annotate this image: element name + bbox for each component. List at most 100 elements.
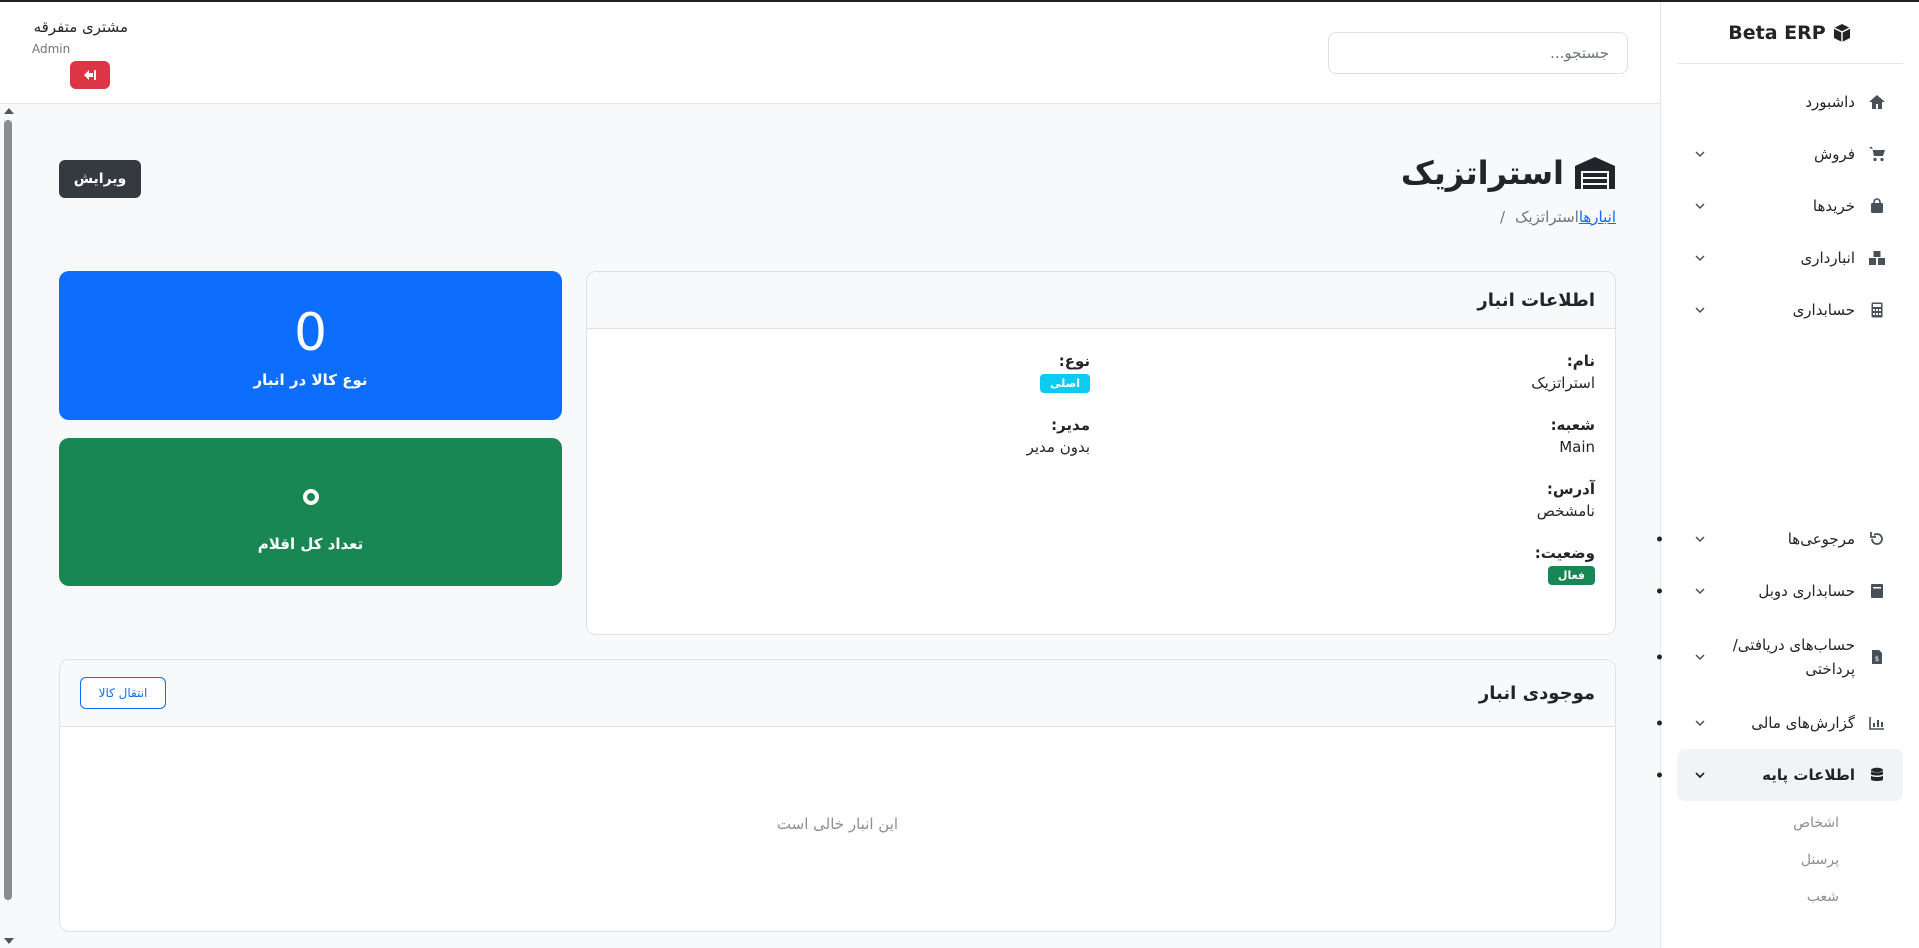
sidebar-item-label: حسابداری دوبل <box>1758 582 1855 600</box>
field-address: آدرس: نامشخص <box>1537 480 1595 520</box>
field-branch: شعبه: Main <box>1551 416 1595 456</box>
field-label: نوع: <box>1058 352 1090 370</box>
submenu-item-branches[interactable]: شعب <box>1661 879 1919 916</box>
sidebar-item-dashboard[interactable]: داشبورد <box>1677 76 1903 128</box>
field-label: مدیر: <box>1051 416 1090 434</box>
book-icon <box>1867 581 1887 601</box>
stat-card-product-types: 0 نوع کالا در انبار <box>59 271 562 420</box>
logout-icon <box>84 70 96 80</box>
undo-icon <box>1867 529 1887 549</box>
sidebar-item-sales[interactable]: فروش <box>1677 128 1903 180</box>
chevron-down-icon <box>1695 772 1705 779</box>
breadcrumb-warehouses-link[interactable]: انبارها <box>1579 208 1616 226</box>
field-name: نام: استراتزیک <box>1531 352 1595 392</box>
stat-value: 0 <box>293 302 328 363</box>
sidebar-item-label: داشبورد <box>1805 93 1855 111</box>
sidebar-item-purchases[interactable]: خریدها <box>1677 180 1903 232</box>
sidebar-item-label: حساب‌های دریافتی/پرداختی <box>1732 636 1855 678</box>
warehouse-icon <box>1575 157 1615 189</box>
chart-icon <box>1867 713 1887 733</box>
sidebar-item-double-entry[interactable]: حسابداری دوبل <box>1677 565 1903 617</box>
breadcrumb-current: استراتزیک <box>1515 208 1579 226</box>
field-manager: مدیر: بدون مدیر <box>1027 416 1090 456</box>
type-badge: اصلی <box>1039 374 1090 393</box>
scrollbar-thumb[interactable] <box>4 120 12 900</box>
sidebar-item-label: گزارش‌های مالی <box>1751 714 1855 732</box>
sidebar: Beta ERP داشبورد فروش خریدها انبارداری ح… <box>1660 2 1919 948</box>
sidebar-item-label: اطلاعات پایه <box>1762 766 1855 784</box>
sidebar-item-accounting[interactable]: حسابداری <box>1677 284 1903 336</box>
sidebar-item-label: مرجوعی‌ها <box>1787 530 1855 548</box>
field-label: شعبه: <box>1550 416 1595 434</box>
sidebar-nav: داشبورد فروش خریدها انبارداری حسابداری م… <box>1661 64 1919 801</box>
home-icon <box>1867 92 1887 112</box>
chevron-down-icon <box>1695 203 1705 210</box>
sidebar-item-label: خریدها <box>1812 197 1855 215</box>
field-type: نوع: اصلی <box>1039 352 1090 393</box>
user-name: مشتری متفرقه <box>33 18 128 36</box>
chevron-down-icon <box>1695 720 1705 727</box>
top-header: مشتری متفرقه Admin <box>0 2 1660 104</box>
inventory-card: موجودی انبار انتقال کالا این انبار خالی … <box>59 659 1616 932</box>
page-title-text: استراتزیک <box>1400 154 1564 192</box>
stat-label: نوع کالا در انبار <box>253 370 368 389</box>
chevron-down-icon <box>1695 654 1705 661</box>
transfer-goods-button[interactable]: انتقال کالا <box>80 677 166 709</box>
field-value: Main <box>1559 438 1595 456</box>
field-value: استراتزیک <box>1531 374 1595 392</box>
warehouse-info-card: اطلاعات انبار نام: استراتزیک شعبه: Main … <box>586 271 1616 635</box>
breadcrumb: انبارها استراتزیک / <box>1500 208 1616 226</box>
scroll-up-arrow-icon[interactable] <box>4 108 14 114</box>
vertical-scrollbar[interactable] <box>0 104 16 948</box>
sidebar-item-label: فروش <box>1813 145 1855 163</box>
cube-icon <box>1833 23 1851 42</box>
sidebar-item-receivables-payables[interactable]: $ حساب‌های دریافتی/پرداختی <box>1677 617 1903 697</box>
field-value: بدون مدیر <box>1026 438 1090 456</box>
field-label: وضعیت: <box>1534 544 1595 562</box>
chevron-down-icon <box>1695 255 1705 262</box>
status-badge: فعال <box>1547 566 1595 585</box>
sidebar-spacer <box>1677 336 1903 513</box>
page-title: استراتزیک <box>1401 154 1616 192</box>
inventory-title: موجودی انبار <box>1478 682 1595 704</box>
svg-text:$: $ <box>1875 655 1879 663</box>
stat-card-total-items: تعداد کل اقلام <box>59 438 562 586</box>
field-value: نامشخص <box>1536 502 1595 520</box>
field-label: نام: <box>1566 352 1595 370</box>
brand-name: Beta ERP <box>1728 21 1826 44</box>
submenu-item-persons[interactable]: اشخاص <box>1661 805 1919 842</box>
submenu-item-personnel[interactable]: پرسنل <box>1661 842 1919 879</box>
warehouse-info-title: اطلاعات انبار <box>587 272 1615 329</box>
search-input[interactable] <box>1328 32 1628 74</box>
bag-icon <box>1867 196 1887 216</box>
chevron-down-icon <box>1695 536 1705 543</box>
main-content: استراتزیک انبارها استراتزیک / ویرایش اطل… <box>16 104 1660 948</box>
base-info-submenu: اشخاص پرسنل شعب <box>1661 801 1919 916</box>
scroll-down-arrow-icon[interactable] <box>4 938 14 944</box>
invoice-icon: $ <box>1867 647 1887 667</box>
logout-button[interactable] <box>70 61 110 89</box>
boxes-icon <box>1867 248 1887 268</box>
field-label: آدرس: <box>1546 480 1595 498</box>
database-icon <box>1867 765 1887 785</box>
stat-label: تعداد کل اقلام <box>257 535 364 553</box>
sidebar-item-financial-reports[interactable]: گزارش‌های مالی <box>1677 697 1903 749</box>
brand[interactable]: Beta ERP <box>1677 2 1903 64</box>
breadcrumb-separator: / <box>1500 208 1506 226</box>
sidebar-item-inventory[interactable]: انبارداری <box>1677 232 1903 284</box>
user-role: Admin <box>32 42 71 56</box>
chevron-down-icon <box>1695 588 1705 595</box>
sidebar-item-label: انبارداری <box>1800 249 1855 267</box>
sidebar-item-base-info[interactable]: اطلاعات پایه <box>1677 749 1903 801</box>
empty-state-text: این انبار خالی است <box>776 815 899 833</box>
edit-button[interactable]: ویرایش <box>59 160 141 198</box>
cart-icon <box>1867 144 1887 164</box>
inventory-card-header: موجودی انبار انتقال کالا <box>60 660 1615 727</box>
sidebar-item-label: حسابداری <box>1792 301 1855 319</box>
field-status: وضعیت: فعال <box>1535 544 1595 585</box>
calculator-icon <box>1867 300 1887 320</box>
stat-value-zero-glyph <box>302 489 319 505</box>
sidebar-item-returns[interactable]: مرجوعی‌ها <box>1677 513 1903 565</box>
chevron-down-icon <box>1695 307 1705 314</box>
chevron-down-icon <box>1695 151 1705 158</box>
